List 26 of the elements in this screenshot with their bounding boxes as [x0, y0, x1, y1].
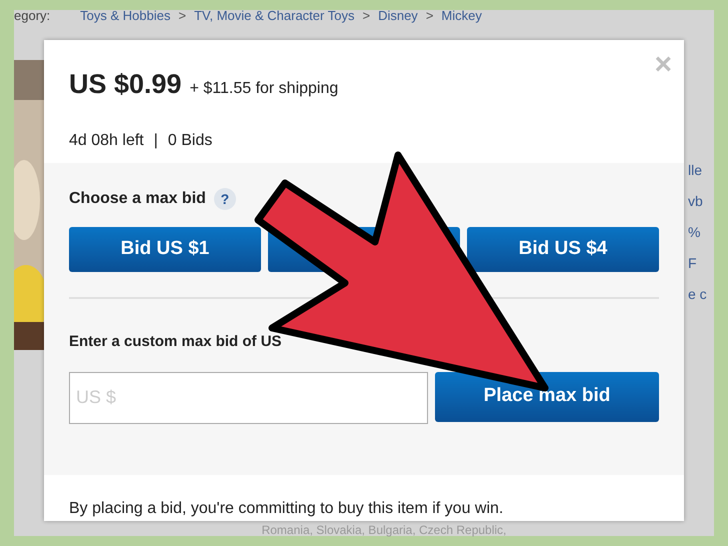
help-button[interactable]: ?: [214, 188, 236, 210]
shipping-cost: + $11.55 for shipping: [190, 79, 338, 99]
time-left: 4d 08h left: [69, 130, 144, 150]
breadcrumb-link[interactable]: Mickey: [441, 6, 482, 26]
bid-count: 0 Bids: [168, 130, 212, 150]
breadcrumb-link[interactable]: TV, Movie & Character Toys: [194, 6, 354, 26]
breadcrumb-separator: >: [178, 7, 186, 25]
breadcrumb-separator: >: [426, 7, 434, 25]
disclaimer: By placing a bid, you're committing to buy this item if you win.: [69, 500, 504, 517]
price: US $0.99: [69, 68, 182, 101]
page-text: e c: [688, 285, 708, 304]
place-bid-button[interactable]: Place max bid: [435, 372, 659, 422]
shipping-countries: Romania, Slovakia, Bulgaria, Czech Republic,: [262, 525, 506, 536]
breadcrumb-link[interactable]: Disney: [378, 6, 418, 26]
bid-button[interactable]: Bid US $4: [467, 227, 659, 272]
breadcrumb-link[interactable]: Toys & Hobbies: [80, 6, 170, 26]
choose-bid-label: Choose a max bid: [69, 189, 206, 210]
page-text: %: [688, 223, 702, 242]
bid-button[interactable]: Bid US $1: [69, 227, 261, 272]
breadcrumb-label: egory:: [14, 7, 50, 25]
page-text: F: [688, 254, 698, 273]
page-text: lle: [688, 161, 704, 180]
divider-text: |: [154, 130, 158, 150]
page-text: vb: [688, 192, 704, 211]
breadcrumb-separator: >: [362, 7, 370, 25]
custom-bid-label: Enter a custom max bid of US: [69, 332, 283, 352]
